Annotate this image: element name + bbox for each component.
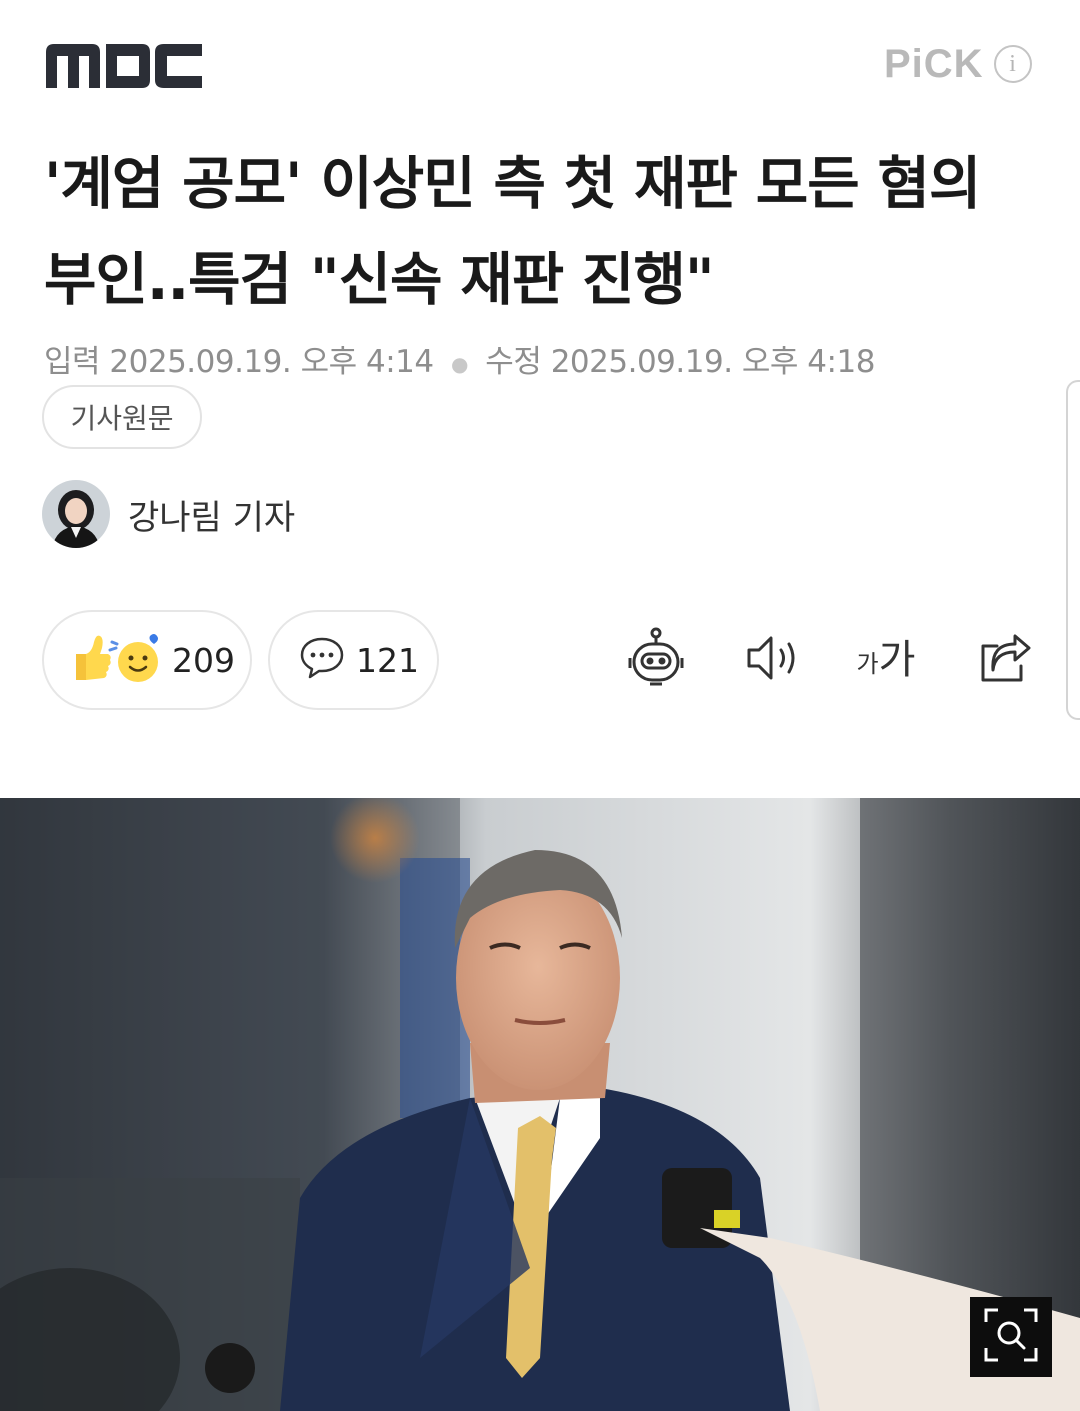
thumbs-up-smile-icon	[70, 630, 162, 690]
pick-label: PiCK	[884, 41, 984, 86]
article-title: '계엄 공모' 이상민 측 첫 재판 모든 혐의 부인..특검 "신속 재판 진…	[44, 151, 981, 313]
side-scroll-handle[interactable]	[1066, 380, 1080, 720]
modified-date: 2025.09.19. 오후 4:18	[550, 344, 876, 380]
comments-button[interactable]: 121	[268, 610, 439, 710]
reactions-button[interactable]: 209	[42, 610, 252, 710]
image-zoom-icon	[982, 1306, 1040, 1368]
pick-badge[interactable]: PiCK i	[884, 40, 1032, 88]
summary-bot-button[interactable]	[620, 626, 692, 694]
author-byline[interactable]: 강나림 기자	[42, 480, 295, 548]
author-name: 강나림 기자	[128, 497, 296, 538]
reactions-count: 209	[172, 640, 235, 680]
robot-icon	[624, 626, 688, 694]
article-dates: 입력 2025.09.19. 오후 4:14 ● 수정 2025.09.19. …	[44, 336, 875, 381]
published-date: 2025.09.19. 오후 4:14	[109, 344, 434, 380]
tts-button[interactable]	[738, 626, 804, 694]
comments-count: 121	[356, 640, 419, 680]
speaker-icon	[741, 630, 801, 690]
font-size-small-label: 가	[856, 650, 879, 678]
author-avatar[interactable]	[42, 480, 110, 548]
font-size-icon: 가 가	[857, 640, 916, 680]
modified-label: 수정	[485, 344, 542, 380]
font-size-button[interactable]: 가 가	[848, 626, 924, 694]
published-label: 입력	[44, 344, 101, 380]
share-button[interactable]	[972, 626, 1036, 694]
info-icon[interactable]: i	[993, 45, 1032, 83]
share-icon	[975, 630, 1033, 690]
image-zoom-button[interactable]	[970, 1297, 1052, 1377]
font-size-large-label: 가	[878, 637, 916, 683]
mbc-logo[interactable]	[44, 38, 204, 92]
meta-separator: ●	[450, 351, 468, 376]
article-header: PiCK i	[0, 0, 1080, 120]
article-photo[interactable]	[0, 798, 1080, 1411]
speech-bubble-icon	[298, 635, 346, 685]
original-article-button[interactable]: 기사원문	[42, 385, 202, 449]
